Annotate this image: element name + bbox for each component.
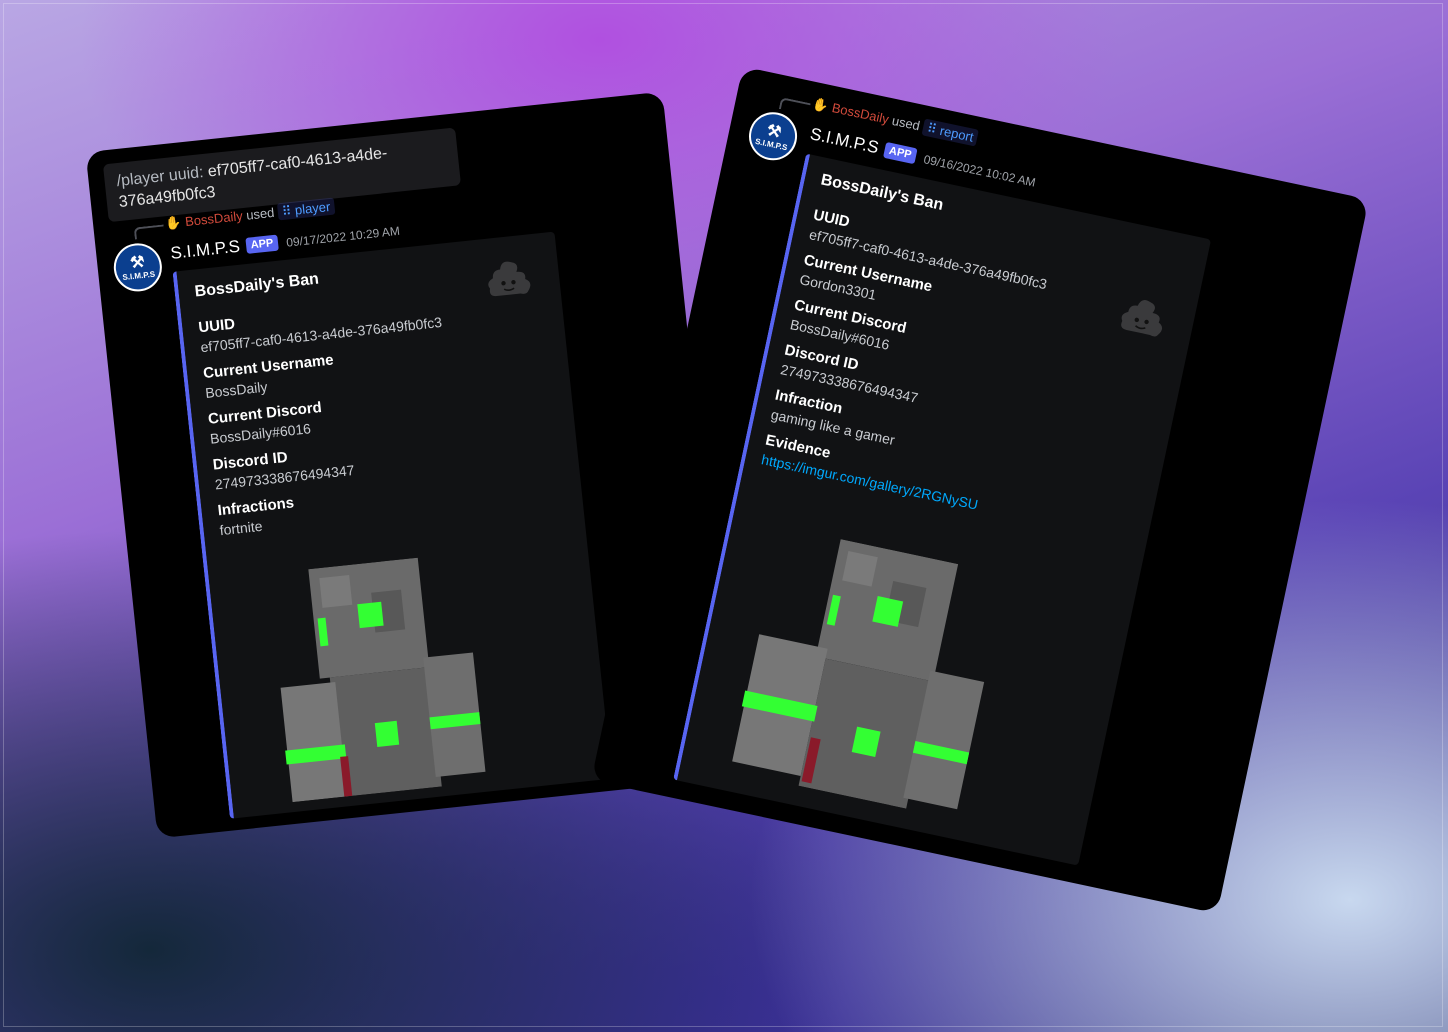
reply-hand-icon: ✋ xyxy=(811,95,831,114)
minecraft-skin-render xyxy=(732,539,985,810)
embed-fields: UUID ef705ff7-caf0-4613-a4de-376a49fb0fc3… xyxy=(760,197,1130,534)
slash-command-link[interactable]: ⠿ report xyxy=(921,118,980,147)
slash-command-name: player xyxy=(294,198,331,218)
app-badge: APP xyxy=(244,234,280,254)
discord-message-panel-right: ✋ BossDaily used ⠿ report ⚒ S.I.M.P.S S.… xyxy=(591,66,1369,914)
minecraft-skin-render xyxy=(280,557,486,803)
ban-embed: BossDaily's Ban UUID ef705ff7-caf0-4613-a… xyxy=(673,153,1212,866)
bot-name[interactable]: S.I.M.P.S xyxy=(170,237,241,263)
bot-avatar[interactable]: ⚒ S.I.M.P.S xyxy=(111,240,165,294)
slash-command-icon: ⠿ xyxy=(925,120,939,137)
slash-command-icon: ⠿ xyxy=(281,203,293,219)
reply-used-text: used xyxy=(890,112,922,134)
embed-title: BossDaily's Ban xyxy=(193,270,320,301)
bot-name[interactable]: S.I.M.P.S xyxy=(808,124,880,157)
avatar-label: S.I.M.P.S xyxy=(121,269,156,282)
reply-hand-icon: ✋ xyxy=(164,214,183,232)
reply-used-text: used xyxy=(245,204,276,223)
reply-connector xyxy=(778,97,811,116)
message-timestamp: 09/17/2022 10:29 AM xyxy=(285,223,401,250)
reply-username[interactable]: BossDaily xyxy=(831,100,891,127)
gavel-icon: ⚒ xyxy=(129,253,146,272)
reply-connector xyxy=(133,224,165,240)
bot-avatar[interactable]: ⚒ S.I.M.P.S xyxy=(744,107,802,165)
embed-fields: UUID ef705ff7-caf0-4613-a4de-376a49fb0fc3… xyxy=(197,276,539,538)
avatar-label: S.I.M.P.S xyxy=(754,136,789,152)
slash-command-name: report xyxy=(938,123,975,145)
app-badge: APP xyxy=(882,141,918,165)
ban-embed: BossDaily's Ban UUID ef705ff7-caf0-4613-a… xyxy=(172,231,612,819)
